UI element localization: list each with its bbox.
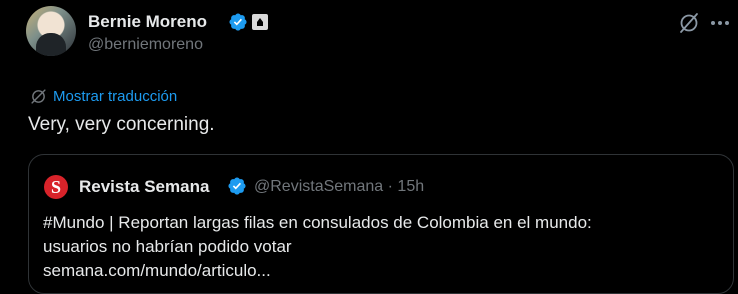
verified-badge-icon	[228, 177, 246, 195]
more-options-icon[interactable]	[710, 20, 730, 26]
quoted-text-line: #Mundo | Reportan largas filas en consul…	[43, 213, 592, 232]
quoted-tweet-card[interactable]: S Revista Semana @RevistaSemana · 15h #M…	[28, 154, 734, 294]
quoted-link[interactable]: semana.com/mundo/articulo...	[43, 259, 723, 283]
tweet-text: Very, very concerning.	[28, 114, 215, 135]
translate-link[interactable]: Mostrar traducción	[30, 86, 177, 106]
government-badge-icon	[252, 14, 268, 30]
quoted-handle[interactable]: @RevistaSemana	[254, 178, 383, 195]
translate-icon	[31, 88, 46, 104]
author-handle[interactable]: @berniemoreno	[88, 36, 203, 54]
verified-badge-icon	[229, 13, 247, 31]
author-display-name[interactable]: Bernie Moreno	[88, 12, 207, 32]
translate-label: Mostrar traducción	[53, 87, 178, 105]
quoted-tweet-text: #Mundo | Reportan largas filas en consul…	[43, 211, 723, 283]
quoted-timestamp[interactable]: 15h	[397, 178, 424, 195]
semana-logo[interactable]: S	[44, 175, 68, 199]
quoted-meta: @RevistaSemana · 15h	[254, 178, 424, 196]
grok-icon[interactable]	[677, 11, 701, 35]
quoted-display-name[interactable]: Revista Semana	[79, 177, 209, 197]
meta-separator: ·	[387, 178, 393, 195]
avatar-figure	[36, 33, 66, 56]
quoted-text-line: usuarios no habrían podido votar	[43, 237, 292, 256]
author-avatar[interactable]	[26, 6, 76, 56]
